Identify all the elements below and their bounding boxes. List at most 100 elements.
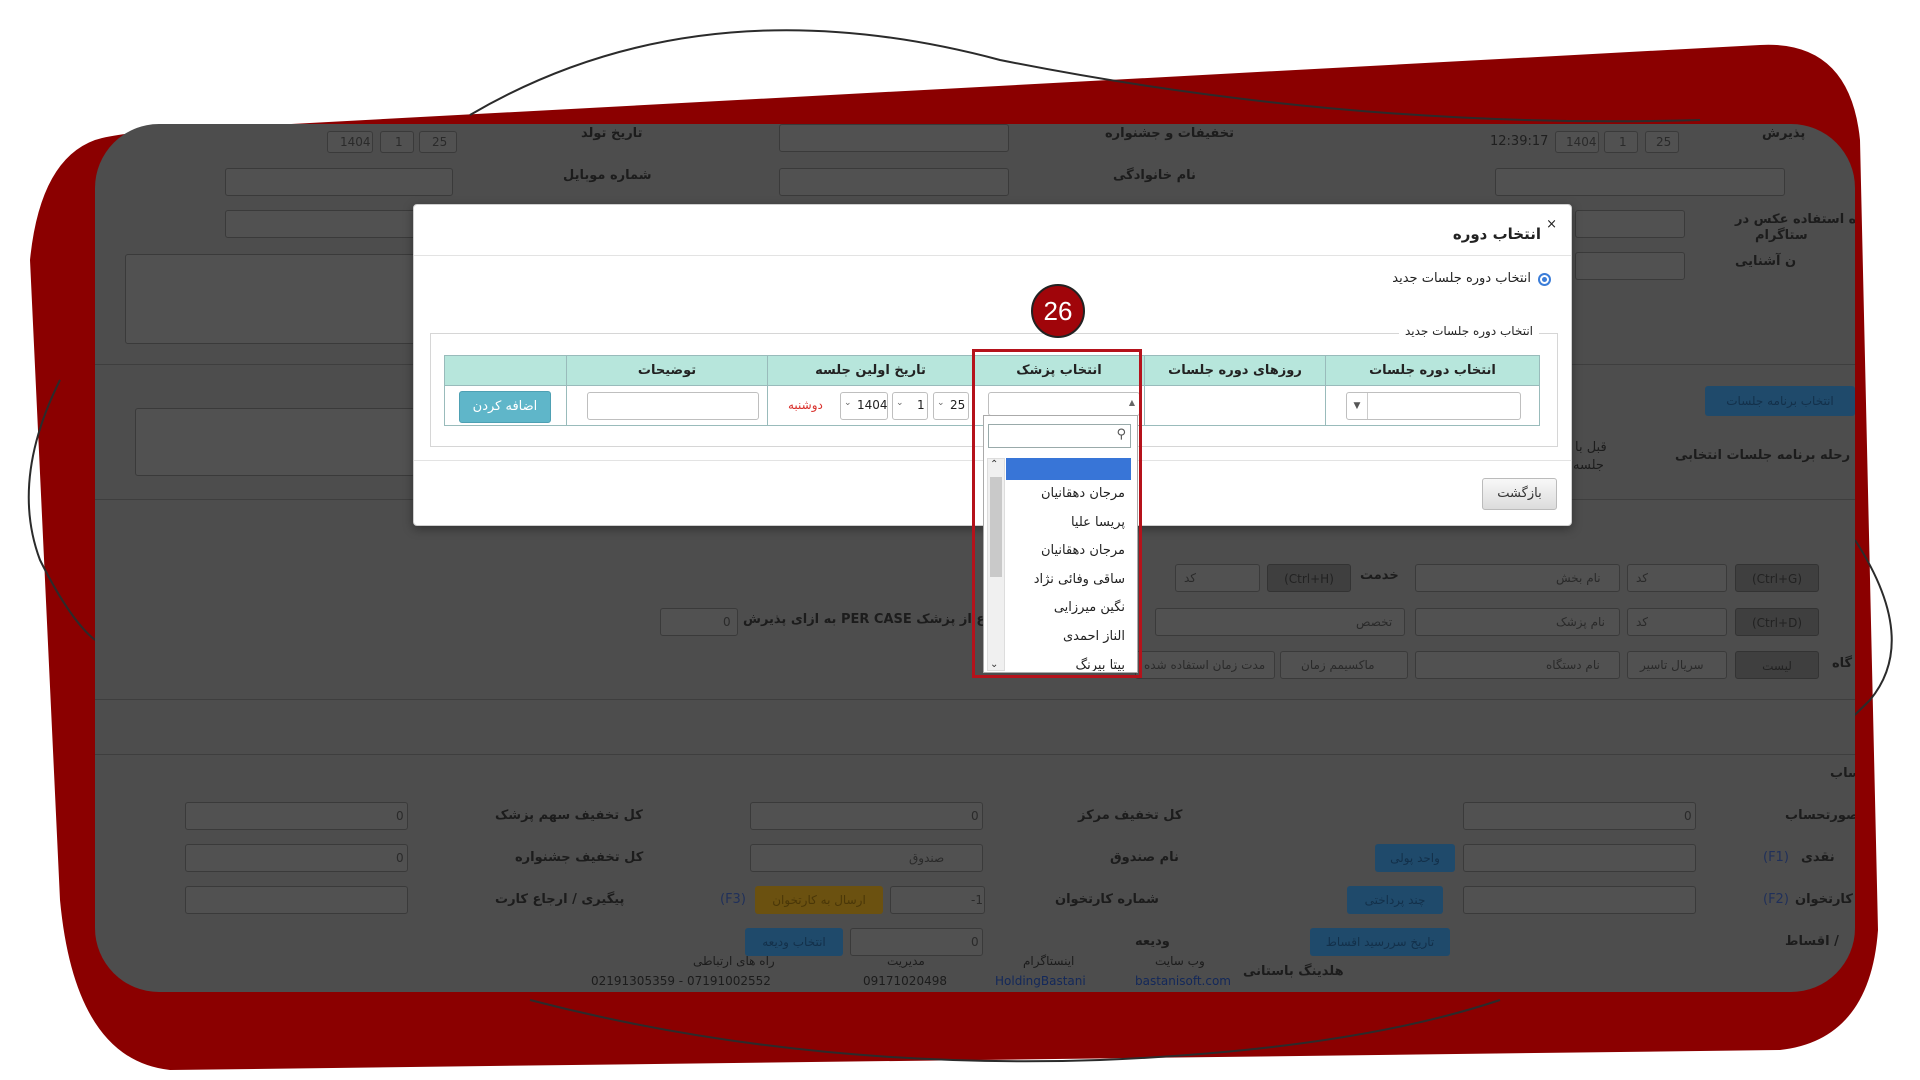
actions-cell: اضافه کردن bbox=[444, 385, 567, 426]
col-period-days: روزهای دوره جلسات bbox=[1144, 355, 1326, 386]
invoice-input[interactable]: 0 bbox=[1463, 802, 1696, 830]
photo-usage-select[interactable] bbox=[1575, 210, 1685, 238]
usage-time-input[interactable]: مدت زمان استفاده شده bbox=[1135, 651, 1275, 679]
deposit-input[interactable]: 0 bbox=[850, 928, 983, 956]
card-label: کارتخوان bbox=[1795, 892, 1853, 907]
reception-day-select[interactable]: 25 bbox=[1645, 131, 1679, 153]
card-number-label: شماره کارتخوان bbox=[1055, 892, 1159, 907]
service-label: خدمت bbox=[1360, 568, 1399, 583]
device-label: گاه bbox=[1832, 656, 1853, 671]
doctor-share-discount-input[interactable]: 0 bbox=[185, 802, 408, 830]
per-case-text: ع از پزشک PER CASE به ازای پذیرش bbox=[743, 612, 986, 627]
birth-day-select[interactable]: 25 bbox=[419, 131, 457, 153]
f3-shortcut: (F3) bbox=[720, 892, 746, 907]
installment-due-button[interactable]: تاریخ سررسید اقساط bbox=[1310, 928, 1450, 956]
service-ctrl-h-button[interactable]: (Ctrl+H) bbox=[1267, 564, 1351, 592]
cash-unit-button[interactable]: واحد پولی bbox=[1375, 844, 1455, 872]
instagram-link[interactable]: HoldingBastani bbox=[995, 974, 1086, 988]
acquaintance-select[interactable] bbox=[1575, 252, 1685, 280]
specialty-input[interactable]: تخصص bbox=[1155, 608, 1405, 636]
period-days-cell bbox=[1144, 385, 1326, 426]
back-button[interactable]: بازگشت bbox=[1482, 478, 1557, 510]
cash-input[interactable] bbox=[1463, 844, 1696, 872]
sessions-area bbox=[135, 408, 415, 476]
center-discount-label: کل تخفیف مرکز bbox=[1078, 808, 1183, 823]
contact-phones: 07191002552 - 02191305359 bbox=[591, 974, 771, 988]
multi-payment-button[interactable]: چند پرداختی bbox=[1347, 886, 1443, 914]
highlight-frame bbox=[972, 349, 1142, 678]
card-number-select[interactable]: -1 bbox=[890, 886, 985, 914]
description-cell bbox=[566, 385, 768, 426]
tracking-label: پیگیری / ارجاع کارت bbox=[495, 892, 625, 907]
installments-label: / اقساط bbox=[1785, 934, 1839, 949]
first-session-day-select[interactable]: ⌄ 25 bbox=[933, 392, 969, 420]
session-label: جلسه bbox=[1573, 458, 1604, 473]
send-to-card-button[interactable]: ارسال به کارتخوان bbox=[755, 886, 883, 914]
after-label: قبل با bbox=[1575, 440, 1607, 455]
service-code-input-2[interactable]: کد bbox=[1175, 564, 1260, 592]
mobile-input[interactable] bbox=[225, 168, 453, 196]
max-time-input[interactable]: ماکسیمم زمان bbox=[1280, 651, 1408, 679]
first-session-month-select[interactable]: ⌄ 1 bbox=[892, 392, 928, 420]
col-period-select: انتخاب دوره جلسات bbox=[1325, 355, 1540, 386]
new-period-radio[interactable] bbox=[1538, 273, 1551, 286]
device-name-input[interactable]: نام دستگاه bbox=[1415, 651, 1620, 679]
doctor-name-input[interactable]: نام پزشک bbox=[1415, 608, 1620, 636]
center-discount-input[interactable]: 0 bbox=[750, 802, 983, 830]
service-code-input[interactable]: کد bbox=[1627, 564, 1727, 592]
col-description: توضیحات bbox=[566, 355, 768, 386]
contact-label: راه های ارتباطی bbox=[693, 954, 775, 968]
list-button[interactable]: لیست bbox=[1735, 651, 1819, 679]
chevron-down-icon: ▼ bbox=[1347, 393, 1368, 419]
management-phone: 09171020498 bbox=[863, 974, 947, 988]
photo-usage-label-2: ستاگرام bbox=[1755, 228, 1808, 243]
doctor-ctrl-d-button[interactable]: (Ctrl+D) bbox=[1735, 608, 1819, 636]
card-shortcut: (F2) bbox=[1763, 892, 1789, 907]
birth-month-select[interactable]: 1 bbox=[380, 131, 414, 153]
family-input[interactable] bbox=[779, 168, 1009, 196]
discounts-select[interactable] bbox=[779, 124, 1009, 152]
billing-section-title: حساب bbox=[1830, 766, 1855, 781]
mobile-label: شماره موبایل bbox=[563, 168, 652, 183]
notes-textarea[interactable] bbox=[125, 254, 445, 344]
weekday-label: دوشنبه bbox=[788, 398, 823, 412]
col-first-session-date: تاریخ اولین جلسه bbox=[767, 355, 974, 386]
service-name-input[interactable]: نام بخش bbox=[1415, 564, 1620, 592]
step-number-badge: 26 bbox=[1031, 284, 1085, 338]
website-label: وب سایت bbox=[1155, 954, 1205, 968]
name-input[interactable] bbox=[1495, 168, 1785, 196]
birth-year-select[interactable]: 1404 bbox=[327, 131, 373, 153]
fund-select[interactable]: صندوق bbox=[750, 844, 983, 872]
doctor-code-input[interactable]: کد bbox=[1627, 608, 1727, 636]
family-label: نام خانوادگی bbox=[1113, 168, 1196, 183]
select-deposit-button[interactable]: انتخاب ودیعه bbox=[745, 928, 843, 956]
session-program-button[interactable]: انتخاب برنامه جلسات bbox=[1705, 386, 1855, 416]
instagram-label: اینستاگرام bbox=[1023, 954, 1075, 968]
per-case-input[interactable]: 0 bbox=[660, 608, 738, 636]
col-actions bbox=[444, 355, 567, 386]
discounts-label: تخفیفات و جشنواره bbox=[1105, 126, 1235, 141]
festival-discount-label: کل تخفیف جشنواره bbox=[515, 850, 644, 865]
tracking-input[interactable] bbox=[185, 886, 408, 914]
add-button[interactable]: اضافه کردن bbox=[459, 391, 551, 423]
service-ctrl-g-button[interactable]: (Ctrl+G) bbox=[1735, 564, 1819, 592]
period-select-cell: ▼ bbox=[1325, 385, 1540, 426]
festival-discount-input[interactable]: 0 bbox=[185, 844, 408, 872]
card-input[interactable] bbox=[1463, 886, 1696, 914]
brand-name: هلدینگ باستانی bbox=[1243, 964, 1344, 979]
first-session-year-select[interactable]: ⌄ 1404 bbox=[840, 392, 888, 420]
reception-year-select[interactable]: 1404 bbox=[1555, 131, 1599, 153]
first-session-date-cell: ⌄ 25 ⌄ 1 ⌄ 1404 دوشنبه bbox=[767, 385, 974, 426]
reception-month-select[interactable]: 1 bbox=[1604, 131, 1638, 153]
serial-input[interactable]: سریال تاسیر bbox=[1627, 651, 1727, 679]
invoice-label: صورتحساب bbox=[1785, 808, 1855, 823]
acquaintance-label: ن آشنایی bbox=[1735, 254, 1797, 269]
fieldset-legend: انتخاب دوره جلسات جدید bbox=[1398, 324, 1539, 338]
website-link[interactable]: bastanisoft.com bbox=[1135, 974, 1231, 988]
close-icon[interactable]: × bbox=[1546, 217, 1557, 232]
period-select[interactable]: ▼ bbox=[1346, 392, 1521, 420]
doctor-share-discount-label: کل تخفیف سهم پزشک bbox=[495, 808, 643, 823]
birth-date-label: تاریخ تولد bbox=[581, 126, 643, 141]
management-label: مدیریت bbox=[887, 954, 925, 968]
description-input[interactable] bbox=[587, 392, 759, 420]
